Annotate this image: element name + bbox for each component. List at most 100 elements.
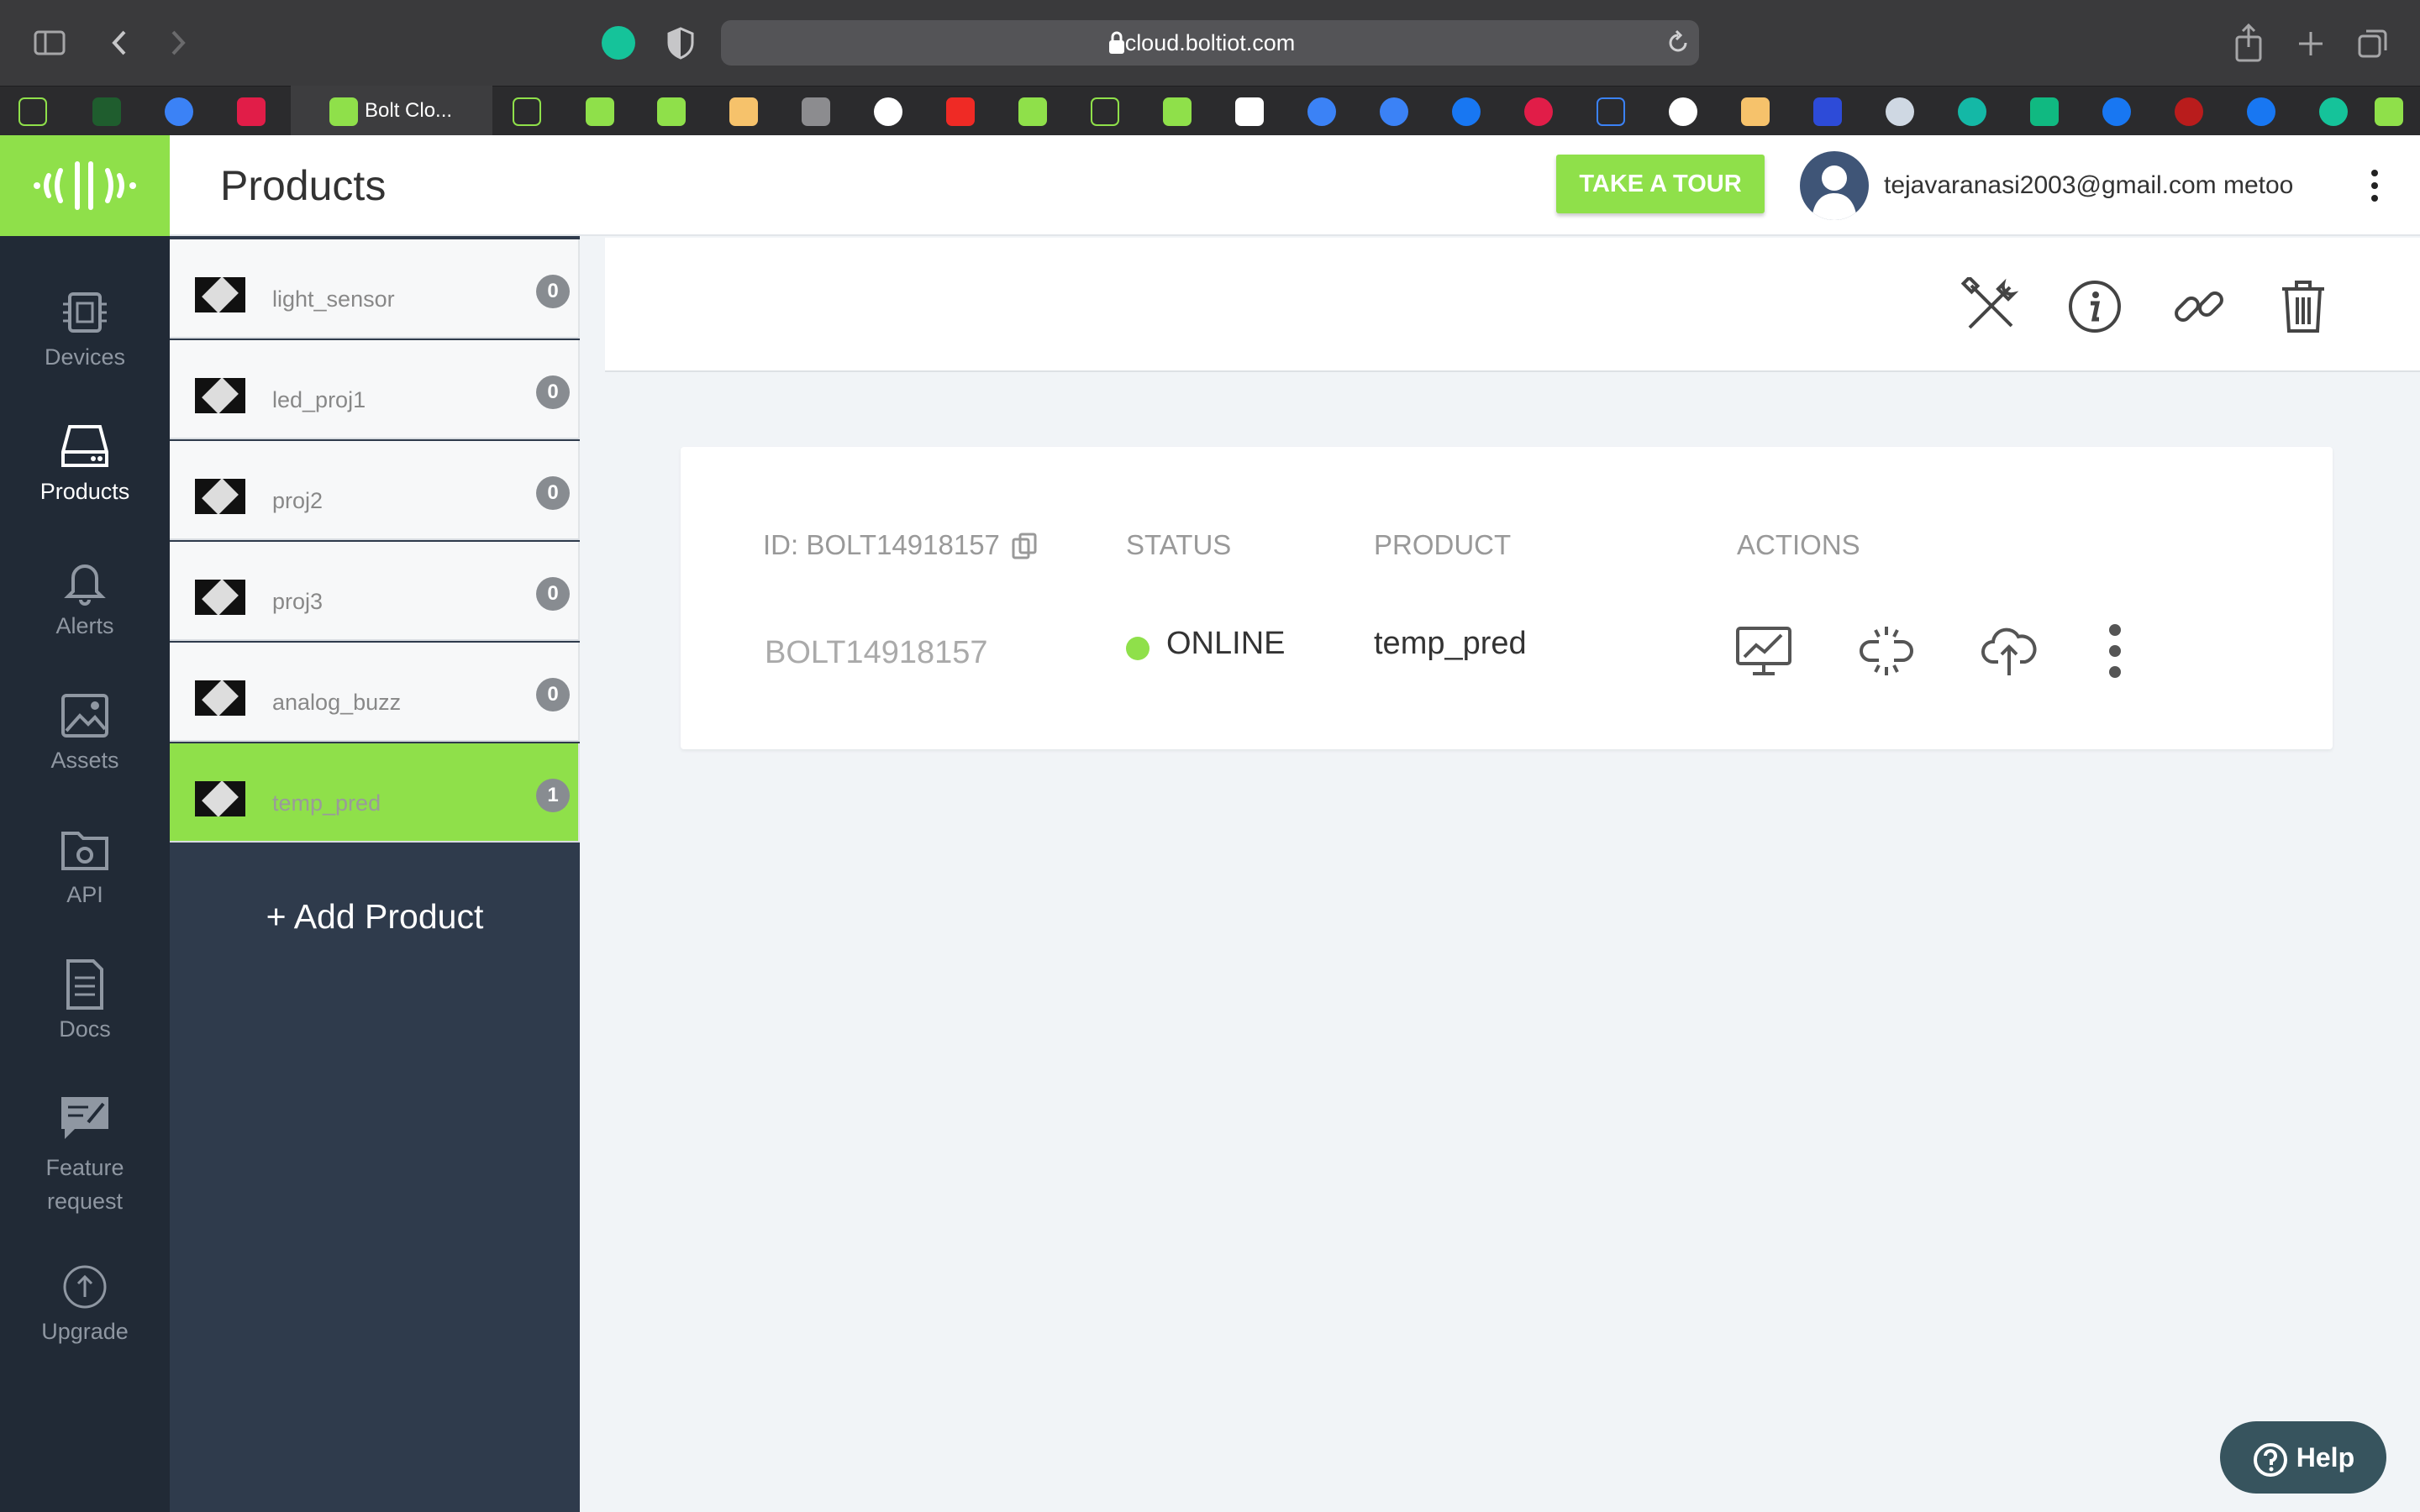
reload-icon[interactable] — [1665, 29, 1691, 57]
avatar[interactable] — [1800, 151, 1869, 220]
view-dashboard-icon[interactable] — [1734, 622, 1793, 680]
help-button[interactable]: Help — [2220, 1421, 2386, 1494]
device-id-header: ID: BOLT14918157 — [763, 529, 1000, 560]
device-id: BOLT14918157 — [765, 635, 988, 670]
bolt-tab-icon[interactable] — [657, 97, 686, 126]
device-more-icon[interactable] — [2086, 622, 2144, 680]
power-tab-icon[interactable] — [1307, 97, 1336, 126]
active-tab-label: Bolt Clo... — [365, 99, 453, 122]
sidebar-item-docs[interactable]: Docs — [0, 958, 170, 1042]
unlink-icon[interactable] — [1857, 622, 1916, 680]
product-thumbnail-icon — [195, 579, 245, 616]
product-item-light-sensor[interactable]: light_sensor 0 — [170, 239, 580, 339]
facebook-tab-icon[interactable] — [2247, 97, 2275, 126]
chip-icon — [63, 292, 107, 333]
bell-icon — [64, 564, 106, 606]
image-tab-icon[interactable] — [729, 97, 758, 126]
tab-overview-icon[interactable] — [2356, 27, 2390, 60]
lock-icon — [1107, 30, 1126, 55]
status-badge: ONLINE — [1166, 626, 1286, 661]
product-item-proj3[interactable]: proj3 0 — [170, 542, 580, 641]
device-count-badge: 0 — [536, 577, 570, 611]
grammarly-extension-icon[interactable] — [602, 26, 635, 60]
google-tab-icon[interactable] — [1669, 97, 1697, 126]
product-header: PRODUCT — [1374, 529, 1512, 560]
h-tab-icon[interactable] — [1813, 97, 1842, 126]
device-count-badge: 0 — [536, 678, 570, 711]
sidebar-item-feature-request[interactable]: Feature request — [0, 1092, 170, 1218]
new-tab-icon[interactable] — [2294, 27, 2328, 60]
red-app-tab-icon[interactable] — [237, 97, 266, 126]
copy-icon[interactable] — [1010, 531, 1040, 561]
wix-tab-icon[interactable] — [92, 97, 121, 126]
actions-header: ACTIONS — [1737, 529, 1860, 560]
image-icon — [61, 694, 108, 738]
product-item-led-proj1[interactable]: led_proj1 0 — [170, 340, 580, 439]
facebook-tab-icon[interactable] — [1452, 97, 1481, 126]
bolt-tab-icon[interactable] — [1018, 97, 1047, 126]
product-thumbnail-icon — [195, 680, 245, 717]
delete-icon[interactable] — [2274, 277, 2333, 336]
youtube-tab-icon[interactable] — [946, 97, 975, 126]
sidebar-item-label: API — [66, 882, 103, 907]
teal-tab-icon[interactable] — [1958, 97, 1986, 126]
sidebar-item-label: request — [46, 1189, 124, 1214]
bolt-tab-icon[interactable] — [1091, 97, 1119, 126]
product-toolbar — [605, 238, 2420, 372]
grammarly-tab-icon[interactable] — [2319, 97, 2348, 126]
share-icon[interactable] — [2233, 23, 2264, 62]
take-a-tour-button[interactable]: TAKE A TOUR — [1556, 155, 1765, 213]
add-product-button[interactable]: + Add Product — [170, 897, 580, 937]
bolt-tab-icon[interactable] — [1163, 97, 1192, 126]
cloud-upload-icon[interactable] — [1980, 622, 2039, 680]
power-tab-icon[interactable] — [1380, 97, 1408, 126]
product-thumbnail-icon — [195, 377, 245, 414]
privacy-shield-icon[interactable] — [666, 26, 696, 60]
address-bar[interactable]: cloud.boltiot.com — [721, 20, 1699, 66]
sidebar-item-label: Docs — [59, 1016, 111, 1042]
sidebar-item-assets[interactable]: Assets — [0, 689, 170, 774]
bolt-tab-icon[interactable] — [18, 97, 47, 126]
sidebar-item-products[interactable]: Products — [0, 420, 170, 505]
sidebar-item-upgrade[interactable]: Upgrade — [0, 1260, 170, 1345]
document-icon — [66, 959, 103, 1010]
bolt-logo[interactable] — [0, 135, 170, 236]
sidebar-item-label: Alerts — [55, 613, 114, 638]
configure-tools-icon[interactable] — [1960, 275, 2020, 336]
upgrade-arrow-icon — [63, 1265, 107, 1309]
product-name: temp_pred — [272, 790, 381, 816]
target-tab-icon[interactable] — [1524, 97, 1553, 126]
phone-tab-icon[interactable] — [2030, 97, 2059, 126]
bolt-tab-icon[interactable] — [2375, 97, 2403, 126]
red-tab-icon[interactable] — [2175, 97, 2203, 126]
main-panel — [602, 238, 2420, 1512]
chart-tab-icon[interactable] — [1597, 97, 1625, 126]
user-email[interactable]: tejavaranasi2003@gmail.com metoo — [1884, 135, 2293, 236]
link-icon[interactable] — [2170, 277, 2228, 336]
more-menu-icon[interactable] — [2360, 165, 2390, 207]
info-icon[interactable] — [2065, 277, 2124, 336]
image-tab-icon[interactable] — [1741, 97, 1770, 126]
page-title: Products — [220, 162, 387, 209]
google-tab-icon[interactable] — [874, 97, 902, 126]
product-item-temp-pred[interactable]: temp_pred 1 — [170, 743, 580, 843]
status-header: STATUS — [1126, 529, 1232, 560]
info-tab-icon[interactable] — [802, 97, 830, 126]
bolt-tab-icon[interactable] — [586, 97, 614, 126]
cloud-tab-icon[interactable] — [1886, 97, 1914, 126]
sidebar-item-api[interactable]: API — [0, 823, 170, 908]
sidebar-item-devices[interactable]: Devices — [0, 286, 170, 370]
product-thumbnail-icon — [195, 780, 245, 817]
bolt-tab-icon[interactable] — [513, 97, 541, 126]
facebook-tab-icon[interactable] — [2102, 97, 2131, 126]
product-item-proj2[interactable]: proj2 0 — [170, 441, 580, 540]
sidebar-item-alerts[interactable]: Alerts — [0, 554, 170, 639]
device-count-badge: 0 — [536, 476, 570, 510]
help-label: Help — [2296, 1442, 2355, 1473]
product-thumbnail-icon — [195, 276, 245, 313]
browser-tab-icon[interactable] — [165, 97, 193, 126]
product-item-analog-buzz[interactable]: analog_buzz 0 — [170, 643, 580, 742]
gmail-tab-icon[interactable] — [1235, 97, 1264, 126]
device-product: temp_pred — [1374, 626, 1527, 661]
sidebar-item-label: Devices — [44, 344, 126, 370]
